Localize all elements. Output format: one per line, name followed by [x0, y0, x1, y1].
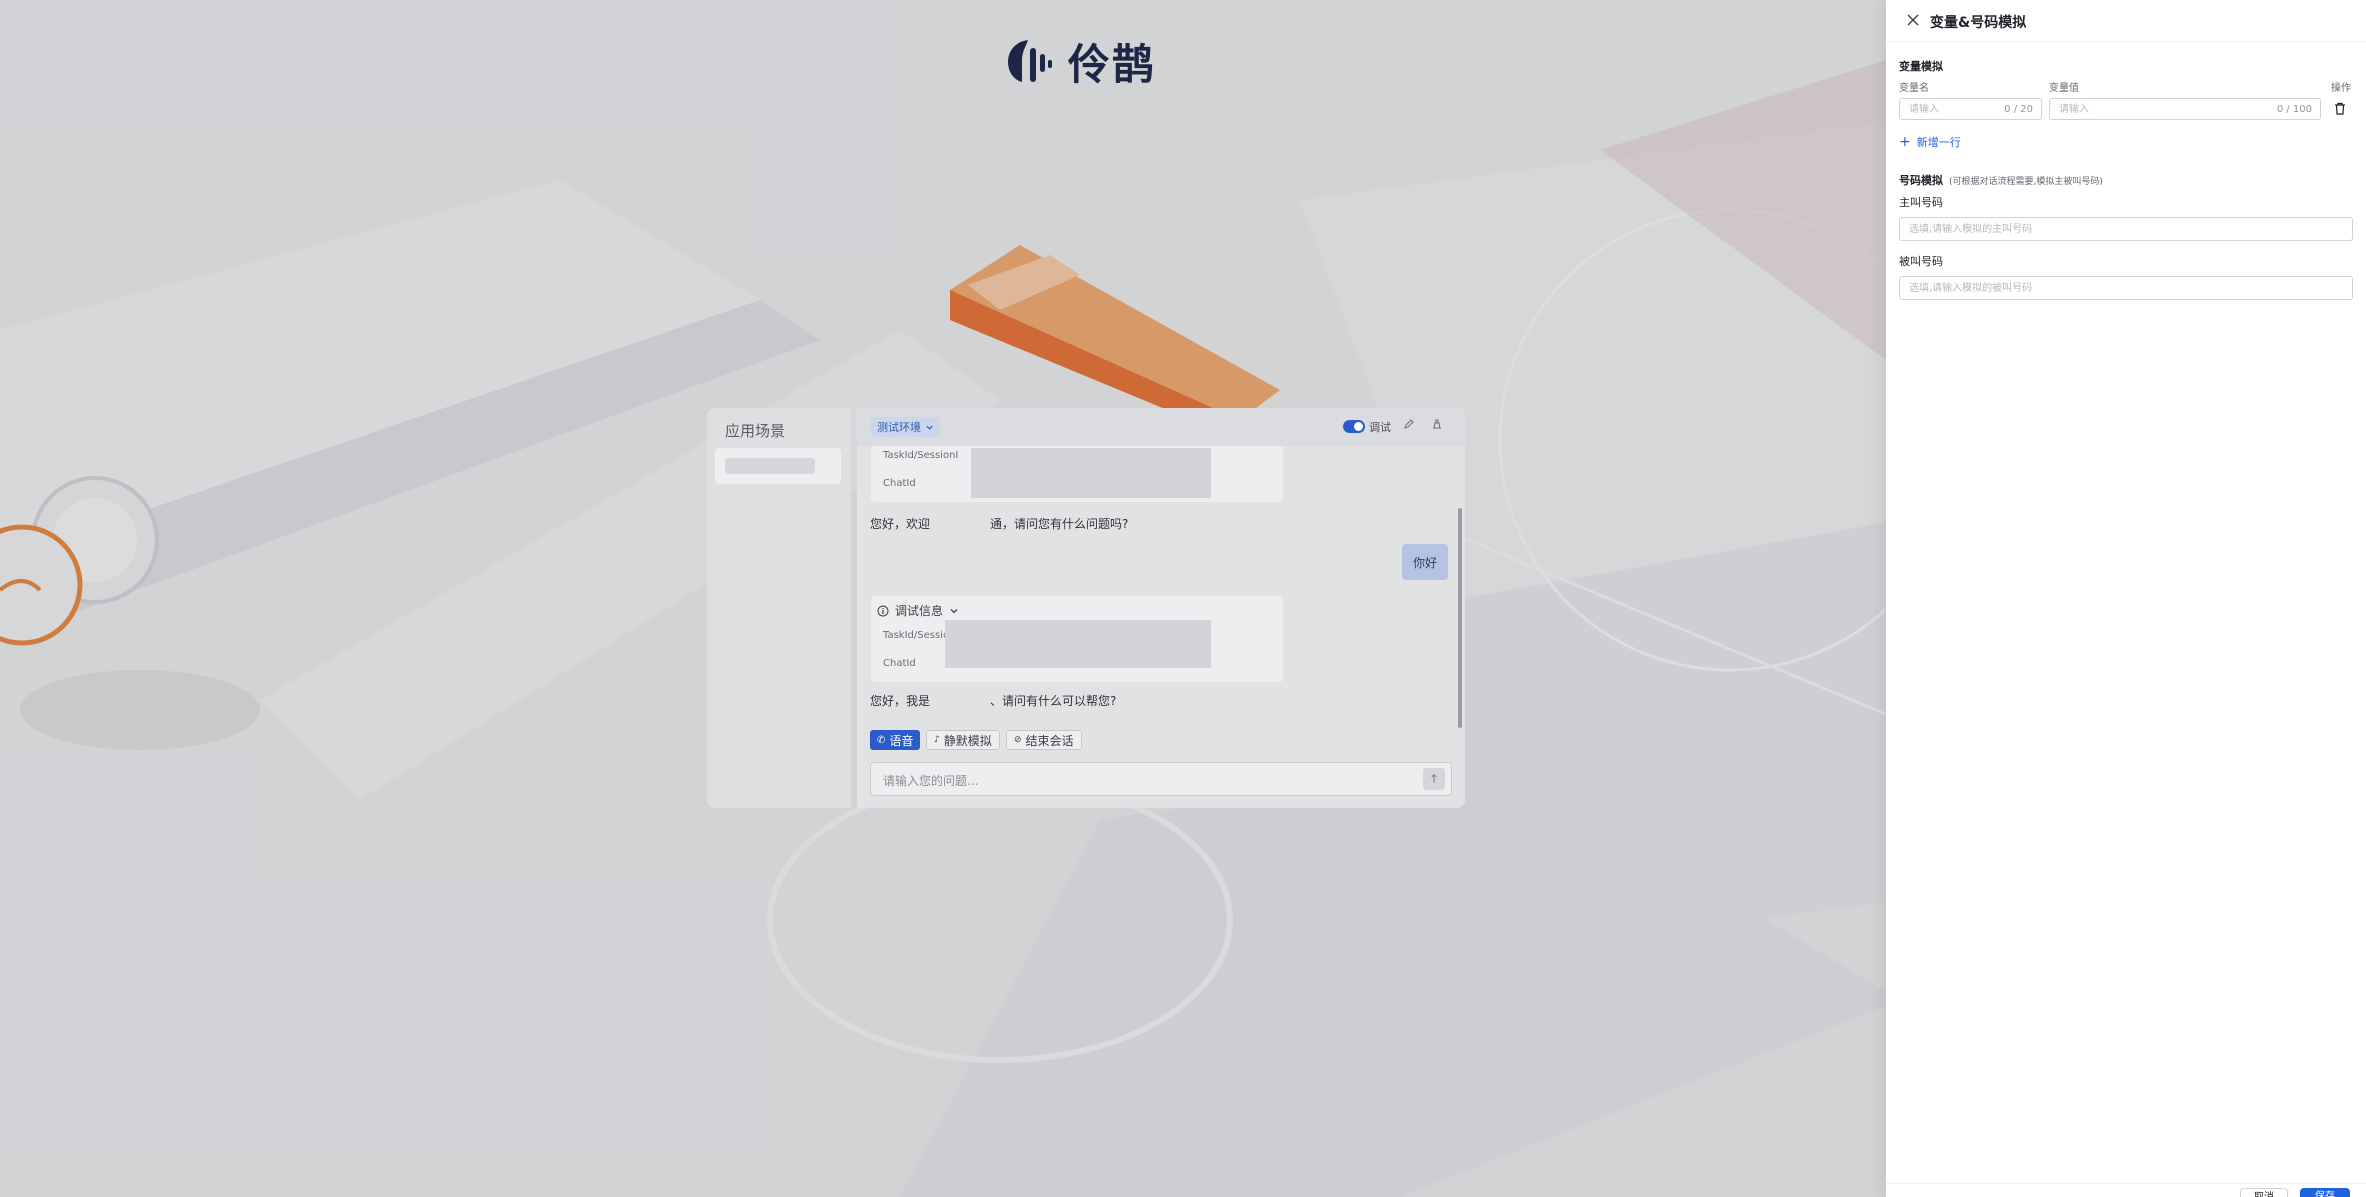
end-session-label: 结束会话: [1025, 733, 1074, 748]
callee-number-field[interactable]: [1899, 276, 2353, 300]
drawer-header: 变量&号码模拟: [1886, 0, 2366, 42]
stop-icon: ⊘: [1014, 735, 1022, 745]
voice-button-label: 语音: [889, 733, 914, 748]
voice-button[interactable]: ✆ 语音: [870, 730, 921, 750]
drawer-footer: 取消 保存: [1886, 1183, 2366, 1197]
silence-button-label: 静默模拟: [943, 733, 992, 748]
caller-number-label: 主叫号码: [1899, 196, 1943, 209]
variable-value-input[interactable]: [2050, 99, 2320, 119]
silence-simulation-button[interactable]: ♪ 静默模拟: [926, 730, 1000, 750]
variable-value-field[interactable]: 0 / 100: [2049, 98, 2321, 120]
env-select-label: 测试环境: [877, 421, 921, 434]
debug-row-task-id: TaskId/Sessic: [883, 630, 949, 641]
callee-number-input[interactable]: [1900, 277, 2352, 299]
col-header-action: 操作: [2331, 83, 2351, 94]
debug-row-chat-id: ChatId: [883, 658, 916, 669]
bot-message: 您好，欢迎 通，请问您有什么问题吗?: [870, 517, 1129, 531]
info-icon: [877, 605, 889, 616]
add-row-label: 新增一行: [1916, 136, 1961, 149]
scene-panel-title: 应用场景: [725, 422, 786, 440]
numbers-section-hint: (可根据对话流程需要,模拟主被叫号码): [1949, 177, 2103, 187]
logo-mark-icon: [1008, 40, 1052, 82]
chat-input-placeholder: 请输入您的问题...: [883, 774, 979, 788]
logo-text: 伶鹊: [1068, 39, 1157, 89]
delete-row-icon[interactable]: [2334, 102, 2346, 115]
save-button[interactable]: 保存: [2300, 1188, 2350, 1197]
app-logo: 伶鹊: [1006, 36, 1156, 89]
arrow-up-icon: ↑: [1428, 772, 1440, 786]
col-header-variable-name: 变量名: [1899, 83, 1929, 94]
chat-input[interactable]: 请输入您的问题... ↑: [870, 762, 1452, 796]
variable-number-drawer: 变量&号码模拟 变量模拟 变量名 变量值 操作 0 / 20 0 / 100 +…: [1886, 0, 2366, 1197]
blurred-debug-values: [945, 620, 1211, 668]
blurred-scene-name: [725, 458, 815, 474]
cancel-button[interactable]: 取消: [2240, 1188, 2288, 1197]
numbers-section-title: 号码模拟 (可根据对话流程需要,模拟主被叫号码): [1899, 172, 2103, 188]
debug-info-card: 调试信息 TaskId/Sessic ChatId: [871, 596, 1283, 682]
variables-section-title: 变量模拟: [1899, 60, 1943, 73]
env-select[interactable]: 测试环境: [871, 417, 940, 437]
col-header-variable-value: 变量值: [2049, 83, 2079, 94]
scene-panel: 应用场景: [707, 408, 851, 808]
drawer-title: 变量&号码模拟: [1930, 15, 2027, 31]
end-session-button[interactable]: ⊘ 结束会话: [1006, 730, 1082, 750]
bot-message: 您好，我是 、请问有什么可以帮您?: [870, 694, 1117, 708]
callee-number-label: 被叫号码: [1899, 255, 1943, 268]
debug-toggle[interactable]: [1343, 420, 1365, 433]
phone-icon: ✆: [877, 734, 886, 746]
scene-item[interactable]: [715, 448, 841, 484]
chat-panel: 测试环境 调试 TaskId/SessionI ChatId 您好，欢迎 通，请…: [857, 408, 1465, 808]
add-row-button[interactable]: + 新增一行: [1899, 134, 1961, 150]
chevron-down-icon: [950, 608, 958, 613]
chat-header: 测试环境 调试: [857, 408, 1465, 446]
debug-info-card: TaskId/SessionI ChatId: [871, 446, 1283, 502]
debug-info-title: 调试信息: [895, 604, 944, 618]
close-icon[interactable]: [1906, 13, 1920, 27]
user-message: 你好: [1402, 544, 1448, 580]
edit-icon[interactable]: [1401, 418, 1417, 434]
blurred-debug-values: [971, 448, 1211, 498]
caller-number-field[interactable]: [1899, 217, 2353, 241]
debug-toggle-label: 调试: [1369, 421, 1391, 434]
chat-scrollbar[interactable]: [1458, 508, 1462, 728]
plus-icon: +: [1899, 134, 1911, 150]
variable-name-input[interactable]: [1900, 99, 2041, 119]
debug-row-task-id: TaskId/SessionI: [883, 450, 959, 461]
chevron-down-icon: [926, 425, 933, 430]
debug-row-chat-id: ChatId: [883, 478, 916, 489]
clear-icon[interactable]: [1429, 418, 1445, 434]
send-button[interactable]: ↑: [1423, 768, 1445, 790]
debug-info-toggle[interactable]: 调试信息: [877, 602, 959, 619]
caller-number-input[interactable]: [1900, 218, 2352, 240]
mute-icon: ♪: [934, 735, 940, 745]
variable-name-field[interactable]: 0 / 20: [1899, 98, 2042, 120]
numbers-section-label: 号码模拟: [1899, 174, 1943, 187]
